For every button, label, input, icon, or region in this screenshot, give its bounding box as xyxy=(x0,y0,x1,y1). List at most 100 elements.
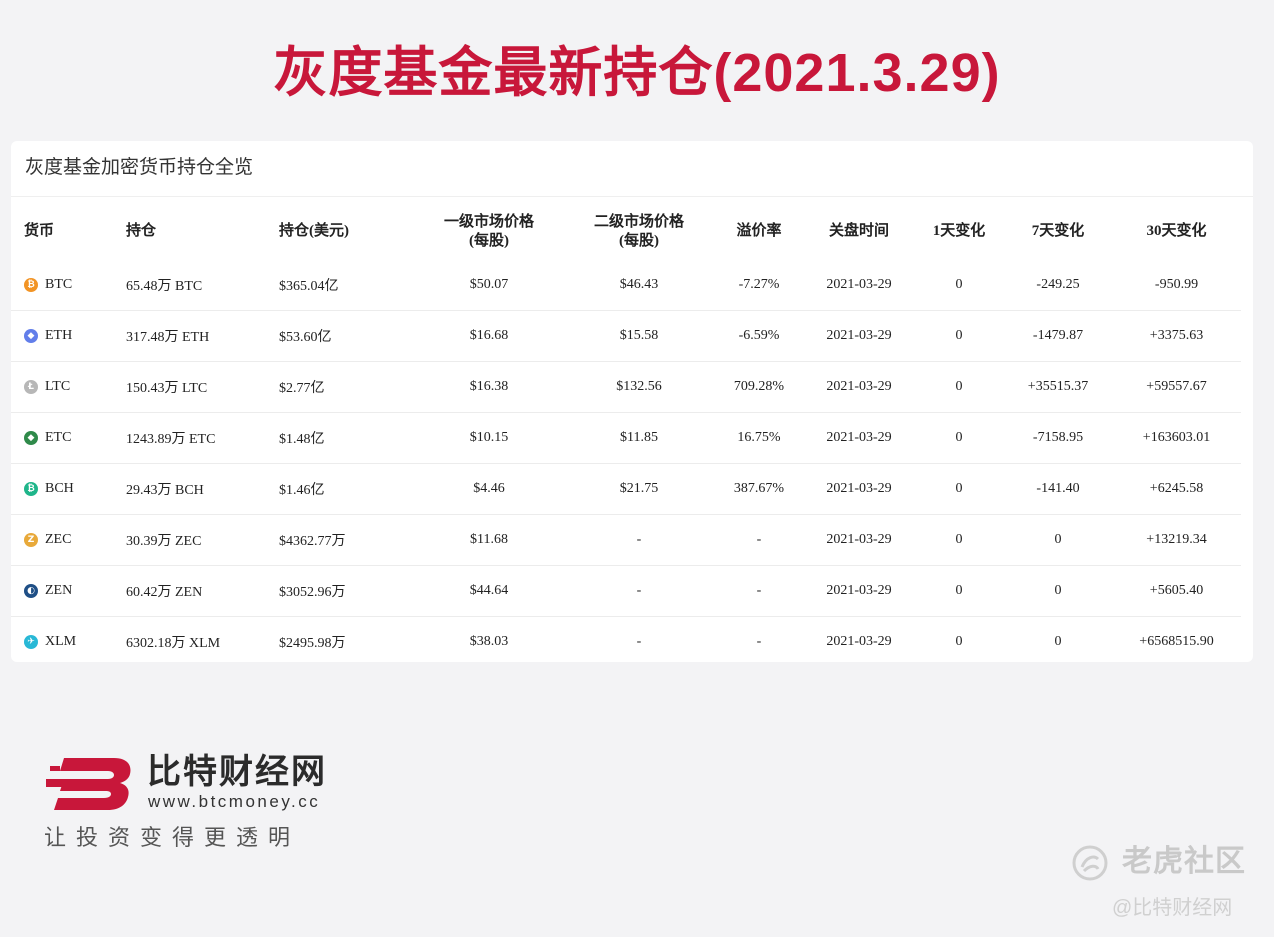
table-row: ✈ XLM 6302.18万 XLM $2495.98万 $38.03 - - 2… xyxy=(11,616,1241,667)
cell-time: 2021-03-29 xyxy=(804,616,914,667)
cell-time: 2021-03-29 xyxy=(804,361,914,413)
header-change-1d: 1天变化 xyxy=(932,223,986,239)
btc-icon: ₿ xyxy=(24,278,38,292)
cell-holdings: 1243.89万 ETC xyxy=(113,412,279,464)
cell-d7: -141.40 xyxy=(1004,463,1112,515)
cell-usd: $3052.96万 xyxy=(279,565,414,617)
cell-coin: ◆ ETH xyxy=(11,310,113,362)
cell-d7: -249.25 xyxy=(1036,277,1080,292)
cell-holdings: 29.43万 BCH xyxy=(113,463,279,515)
cell-d7: 0 xyxy=(1004,616,1112,667)
tiger-community-icon xyxy=(1072,845,1108,881)
cell-primary: $11.68 xyxy=(414,514,564,566)
cell-d30: -950.99 xyxy=(1154,277,1199,292)
brand-logo: 比特财经网 www.btcmoney.cc 让投资变得更透明 xyxy=(44,752,344,862)
cell-coin: ◆ ETC xyxy=(11,412,113,464)
community-watermark: 老虎社区 xyxy=(1070,843,1260,883)
coin-symbol: XLM xyxy=(45,634,77,649)
cell-holdings: 317.48万 ETH xyxy=(113,310,279,362)
cell-d30: +13219.34 xyxy=(1112,514,1241,566)
header-secondary-price-sub: (每股) xyxy=(619,232,659,249)
table-row: ₿ BTC 65.48万 BTC $365.04亿 $50.07 $46.43 -… xyxy=(11,260,1241,311)
cell-usd: $1.46亿 xyxy=(279,463,414,515)
cell-premium: 16.75% xyxy=(714,412,804,464)
header-primary-price-sub: (每股) xyxy=(469,232,509,249)
header-secondary-price: 二级市场价格 (每股) xyxy=(564,203,714,260)
cell-coin: ₿ BTC xyxy=(11,260,113,311)
cell-time: 2021-03-29 xyxy=(804,412,914,464)
coin-symbol: ETH xyxy=(45,328,73,343)
coin-symbol: LTC xyxy=(45,379,71,394)
cell-time: 2021-03-29 xyxy=(804,565,914,617)
cell-d30: +5605.40 xyxy=(1112,565,1241,617)
cell-primary: $38.03 xyxy=(414,616,564,667)
cell-usd: $2.77亿 xyxy=(279,361,414,413)
cell-d1: 0 xyxy=(914,412,1004,464)
community-name: 老虎社区 xyxy=(1122,845,1246,878)
cell-time: 2021-03-29 xyxy=(804,463,914,515)
page-headline: 灰度基金最新持仓(2021.3.29) xyxy=(273,43,1001,103)
table-body: ₿ BTC 65.48万 BTC $365.04亿 $50.07 $46.43 -… xyxy=(11,260,1241,667)
cell-d30: +163603.01 xyxy=(1112,412,1241,464)
cell-usd: $4362.77万 xyxy=(279,514,414,566)
cell-d30: +3375.63 xyxy=(1112,310,1241,362)
cell-primary: $16.38 xyxy=(414,361,564,413)
zen-icon: ◐ xyxy=(24,584,38,598)
cell-premium: -6.59% xyxy=(714,310,804,362)
table-row: ◆ ETH 317.48万 ETH $53.60亿 $16.68 $15.58 -… xyxy=(11,310,1241,362)
table-row: ₿ BCH 29.43万 BCH $1.46亿 $4.46 $21.75 387.… xyxy=(11,463,1241,515)
coin-symbol: BTC xyxy=(45,277,73,292)
brand-slogan: 让投资变得更透明 xyxy=(44,825,301,850)
cell-coin: ₿ BCH xyxy=(11,463,113,515)
table-row: Z ZEC 30.39万 ZEC $4362.77万 $11.68 - - 202… xyxy=(11,514,1241,566)
watermark-handle: @比特财经网 xyxy=(1112,897,1233,919)
header-premium: 溢价率 xyxy=(736,223,782,239)
cell-primary: $4.46 xyxy=(414,463,564,515)
cell-holdings: 6302.18万 XLM xyxy=(113,616,279,667)
cell-time: 2021-03-29 xyxy=(826,277,892,292)
header-primary-price-label: 一级市场价格 xyxy=(443,213,534,230)
ltc-icon: Ł xyxy=(24,380,38,394)
header-close-time: 关盘时间 xyxy=(828,223,889,239)
cell-d1: 0 xyxy=(914,616,1004,667)
cell-primary: $50.07 xyxy=(469,277,509,292)
cell-premium: 387.67% xyxy=(714,463,804,515)
cell-time: 2021-03-29 xyxy=(804,310,914,362)
cell-premium: -7.27% xyxy=(738,277,780,292)
cell-primary: $10.15 xyxy=(414,412,564,464)
cell-time: 2021-03-29 xyxy=(804,514,914,566)
cell-holdings: 30.39万 ZEC xyxy=(113,514,279,566)
coin-symbol: ZEC xyxy=(45,532,72,547)
bch-icon: ₿ xyxy=(24,482,38,496)
card-title: 灰度基金加密货币持仓全览 xyxy=(25,157,254,178)
cell-coin: ◐ ZEN xyxy=(11,565,113,617)
header-change-30d: 30天变化 xyxy=(1146,223,1207,239)
table-row: ◆ ETC 1243.89万 ETC $1.48亿 $10.15 $11.85 1… xyxy=(11,412,1241,464)
coin-symbol: ETC xyxy=(45,430,72,445)
coin-symbol: ZEN xyxy=(45,583,73,598)
cell-d30: +6568515.90 xyxy=(1112,616,1241,667)
cell-d30: +59557.67 xyxy=(1112,361,1241,413)
header-primary-price: 一级市场价格 (每股) xyxy=(414,203,564,260)
cell-secondary: $21.75 xyxy=(564,463,714,515)
cell-usd: $53.60亿 xyxy=(279,310,414,362)
table-row: ◐ ZEN 60.42万 ZEN $3052.96万 $44.64 - - 202… xyxy=(11,565,1241,617)
cell-d7: 0 xyxy=(1004,565,1112,617)
cell-holdings: 65.48万 BTC xyxy=(126,279,203,294)
header-holdings-usd: 持仓(美元) xyxy=(279,223,349,239)
cell-d1: 0 xyxy=(914,463,1004,515)
cell-coin: ✈ XLM xyxy=(11,616,113,667)
cell-d1: 0 xyxy=(955,277,963,292)
btcmoney-logo-icon xyxy=(46,758,131,810)
header-holdings: 持仓 xyxy=(126,223,157,239)
cell-premium: - xyxy=(714,565,804,617)
cell-secondary: - xyxy=(564,514,714,566)
header-change-7d: 7天变化 xyxy=(1031,223,1085,239)
cell-usd: $365.04亿 xyxy=(279,279,339,294)
cell-usd: $1.48亿 xyxy=(279,412,414,464)
cell-d7: 0 xyxy=(1004,514,1112,566)
table-header-row: 货币 持仓 持仓(美元) 一级市场价格 (每股) 二级市场价格 (每股) 溢价率… xyxy=(11,203,1241,260)
holdings-card: 灰度基金加密货币持仓全览 货币 持仓 持仓(美元) 一级市场价格 (每股) 二级… xyxy=(11,141,1253,667)
zec-icon: Z xyxy=(24,533,38,547)
cell-premium: - xyxy=(714,514,804,566)
